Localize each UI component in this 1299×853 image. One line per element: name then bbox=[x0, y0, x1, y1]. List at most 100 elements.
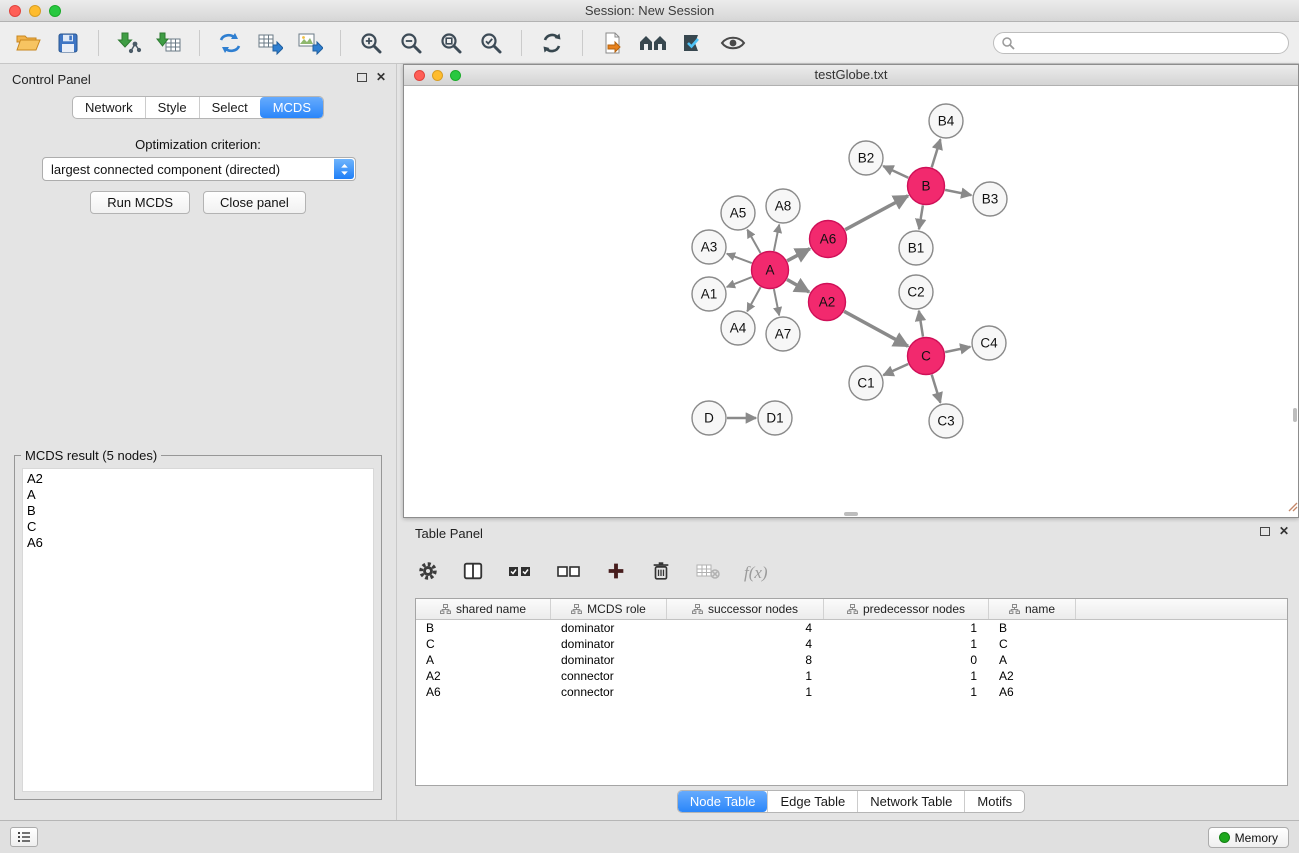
open-file-button[interactable] bbox=[10, 26, 46, 60]
column-header-shared-name[interactable]: shared name bbox=[416, 599, 551, 619]
node-A6[interactable]: A6 bbox=[810, 221, 847, 258]
network-canvas[interactable]: B4B2BB3A5A8A6A3B1AC2A1A2A4A7C4CC1DD1C3 bbox=[404, 86, 1298, 517]
table-cell[interactable]: A bbox=[989, 653, 1076, 667]
table-cell[interactable]: 1 bbox=[667, 685, 824, 699]
table-cell[interactable]: B bbox=[416, 621, 551, 635]
close-panel-icon[interactable]: ✕ bbox=[376, 72, 386, 82]
node-C4[interactable]: C4 bbox=[972, 326, 1006, 360]
export-table-button[interactable] bbox=[252, 26, 288, 60]
close-table-panel-icon[interactable]: ✕ bbox=[1279, 526, 1289, 536]
edge-A2-C[interactable] bbox=[844, 311, 908, 346]
edge-A-A8[interactable] bbox=[774, 225, 779, 251]
import-table-button[interactable] bbox=[151, 26, 187, 60]
tab-network[interactable]: Network bbox=[73, 97, 145, 118]
edge-A-A7[interactable] bbox=[774, 289, 779, 315]
network-window-titlebar[interactable]: testGlobe.txt bbox=[404, 65, 1298, 86]
network-close-button[interactable] bbox=[414, 70, 425, 81]
table-cell[interactable]: connector bbox=[551, 685, 667, 699]
edge-B-B2[interactable] bbox=[883, 166, 908, 178]
edge-C-C1[interactable] bbox=[883, 364, 908, 375]
edge-B-B1[interactable] bbox=[919, 205, 923, 229]
tab-edge-table[interactable]: Edge Table bbox=[767, 791, 857, 812]
edge-B-B4[interactable] bbox=[932, 139, 941, 167]
node-C[interactable]: C bbox=[908, 338, 945, 375]
show-hide-details-button[interactable] bbox=[715, 26, 751, 60]
edge-A-A5[interactable] bbox=[747, 230, 760, 253]
list-item[interactable]: A6 bbox=[23, 535, 373, 551]
column-header-name[interactable]: name bbox=[989, 599, 1076, 619]
float-table-panel-icon[interactable] bbox=[1260, 527, 1270, 536]
table-cell[interactable]: B bbox=[989, 621, 1076, 635]
vertical-scrollbar-thumb[interactable] bbox=[1293, 408, 1297, 422]
node-D1[interactable]: D1 bbox=[758, 401, 792, 435]
node-A2[interactable]: A2 bbox=[809, 284, 846, 321]
zoom-in-button[interactable] bbox=[353, 26, 389, 60]
table-cell[interactable]: A2 bbox=[416, 669, 551, 683]
table-cell[interactable]: A6 bbox=[416, 685, 551, 699]
edge-A-A2[interactable] bbox=[787, 280, 809, 293]
tab-mcds[interactable]: MCDS bbox=[260, 97, 323, 118]
resize-grip-icon[interactable] bbox=[1287, 499, 1298, 517]
memory-button[interactable]: Memory bbox=[1208, 827, 1289, 848]
list-item[interactable]: C bbox=[23, 519, 373, 535]
home-view-button[interactable] bbox=[635, 26, 671, 60]
list-item[interactable]: A2 bbox=[23, 471, 373, 487]
node-A8[interactable]: A8 bbox=[766, 189, 800, 223]
edge-A-A3[interactable] bbox=[727, 254, 752, 263]
save-session-button[interactable] bbox=[50, 26, 86, 60]
node-A1[interactable]: A1 bbox=[692, 277, 726, 311]
zoom-fit-selected-button[interactable] bbox=[473, 26, 509, 60]
node-A7[interactable]: A7 bbox=[766, 317, 800, 351]
table-row[interactable]: A6connector11A6 bbox=[416, 684, 1287, 700]
close-window-button[interactable] bbox=[9, 5, 21, 17]
table-cell[interactable]: A2 bbox=[989, 669, 1076, 683]
table-cell[interactable]: 0 bbox=[824, 653, 989, 667]
table-cell[interactable]: 1 bbox=[667, 669, 824, 683]
table-cell[interactable]: 1 bbox=[824, 621, 989, 635]
run-mcds-button[interactable]: Run MCDS bbox=[90, 191, 190, 214]
mcds-result-list[interactable]: A2ABCA6 bbox=[22, 468, 374, 792]
table-settings-button[interactable] bbox=[417, 560, 439, 587]
edge-A6-B[interactable] bbox=[845, 196, 908, 230]
table-cell[interactable]: connector bbox=[551, 669, 667, 683]
deselect-all-rows-button[interactable] bbox=[556, 561, 582, 586]
node-C3[interactable]: C3 bbox=[929, 404, 963, 438]
column-header-predecessor-nodes[interactable]: predecessor nodes bbox=[824, 599, 989, 619]
add-row-button[interactable] bbox=[605, 560, 627, 587]
table-cell[interactable]: 8 bbox=[667, 653, 824, 667]
export-network-button[interactable] bbox=[212, 26, 248, 60]
apply-validate-button[interactable] bbox=[675, 26, 711, 60]
horizontal-scrollbar-thumb[interactable] bbox=[844, 512, 858, 516]
node-B1[interactable]: B1 bbox=[899, 231, 933, 265]
node-C2[interactable]: C2 bbox=[899, 275, 933, 309]
close-panel-button[interactable]: Close panel bbox=[203, 191, 306, 214]
tab-node-table[interactable]: Node Table bbox=[678, 791, 768, 812]
node-D[interactable]: D bbox=[692, 401, 726, 435]
edge-A-A6[interactable] bbox=[787, 249, 810, 261]
show-columns-button[interactable] bbox=[462, 560, 484, 587]
zoom-window-button[interactable] bbox=[49, 5, 61, 17]
table-cell[interactable]: C bbox=[989, 637, 1076, 651]
table-row[interactable]: A2connector11A2 bbox=[416, 668, 1287, 684]
edge-A-A4[interactable] bbox=[747, 287, 760, 311]
table-row[interactable]: Bdominator41B bbox=[416, 620, 1287, 636]
function-builder-button[interactable]: f(x) bbox=[744, 563, 768, 583]
column-header-MCDS-role[interactable]: MCDS role bbox=[551, 599, 667, 619]
table-row[interactable]: Cdominator41C bbox=[416, 636, 1287, 652]
node-B3[interactable]: B3 bbox=[973, 182, 1007, 216]
table-cell[interactable]: C bbox=[416, 637, 551, 651]
delete-rows-button[interactable] bbox=[650, 560, 672, 587]
import-network-button[interactable] bbox=[111, 26, 147, 60]
show-panels-button[interactable] bbox=[10, 827, 38, 847]
edge-A-A1[interactable] bbox=[727, 277, 752, 287]
tab-motifs[interactable]: Motifs bbox=[964, 791, 1024, 812]
node-C1[interactable]: C1 bbox=[849, 366, 883, 400]
node-B[interactable]: B bbox=[908, 168, 945, 205]
table-cell[interactable]: 1 bbox=[824, 637, 989, 651]
table-cell[interactable]: 1 bbox=[824, 669, 989, 683]
node-A4[interactable]: A4 bbox=[721, 311, 755, 345]
tab-select[interactable]: Select bbox=[199, 97, 260, 118]
list-item[interactable]: A bbox=[23, 487, 373, 503]
tab-style[interactable]: Style bbox=[145, 97, 199, 118]
node-A3[interactable]: A3 bbox=[692, 230, 726, 264]
